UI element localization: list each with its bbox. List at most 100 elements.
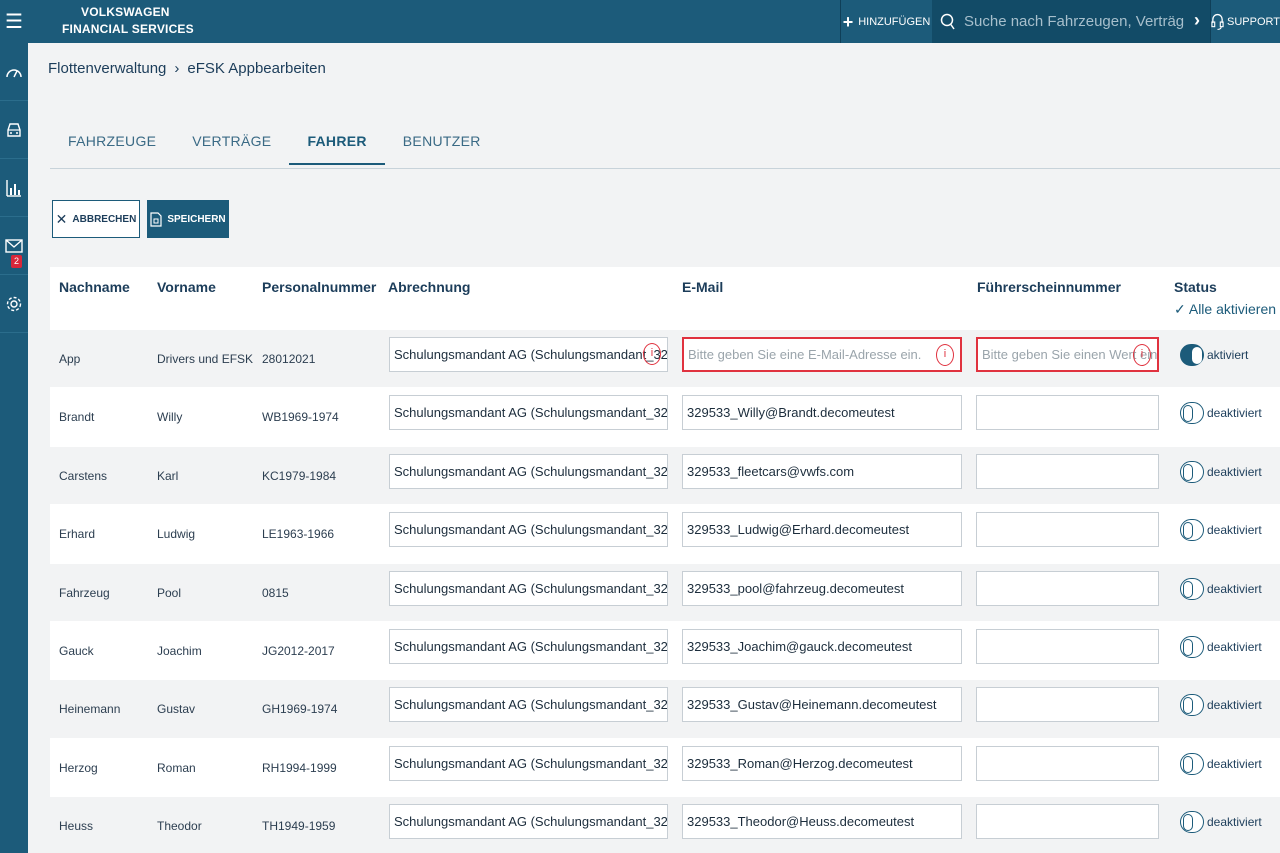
cell-personalnummer: LE1963-1966 — [262, 527, 335, 542]
breadcrumb-current: eFSK Appbearbeiten — [187, 60, 326, 77]
cell-vorname: Joachim — [157, 643, 202, 658]
sidebar-item-messages[interactable]: 2 — [0, 217, 28, 275]
abrechnung-select[interactable]: Schulungsmandant AG (Schulungsmandant_32… — [389, 395, 668, 431]
email-field[interactable]: 329533_fleetcars@vwfs.com — [682, 453, 962, 489]
abrechnung-select[interactable]: Schulungsmandant AG (Schulungsmandant_32… — [389, 512, 668, 548]
abrechnung-value: Schulungsmandant AG (Schulungsmandant_32… — [394, 522, 668, 538]
table-body: App Drivers und EFSK 28012021 Schulungsmand… — [50, 329, 1280, 853]
abrechnung-select[interactable]: Schulungsmandant AG (Schulungsmandant_32… — [389, 804, 668, 840]
status-toggle[interactable]: deaktiviert — [1180, 811, 1262, 834]
email-field[interactable]: Bitte geben Sie eine E-Mail-Adresse ein.… — [682, 337, 962, 372]
status-toggle[interactable]: deaktiviert — [1180, 752, 1262, 775]
email-value: 329533_Joachim@gauck.decomeutest — [687, 638, 912, 654]
col-header-email[interactable]: E-Mail — [682, 279, 723, 295]
status-toggle[interactable]: deaktiviert — [1180, 577, 1262, 600]
add-button[interactable]: + HINZUFÜGEN — [840, 0, 932, 43]
toggle-switch-icon — [1180, 519, 1204, 542]
status-toggle[interactable]: deaktiviert — [1180, 460, 1262, 483]
status-toggle[interactable]: deaktiviert — [1180, 635, 1262, 658]
search-submit-chevron-icon[interactable]: › — [1194, 10, 1200, 31]
check-icon: ✓ — [1174, 301, 1189, 317]
table-row: Heinemann Gustav GH1969-1974 Schulungsmanda… — [50, 679, 1280, 738]
sidebar: 2 — [0, 43, 28, 853]
hamburger-menu-icon[interactable]: ☰ — [0, 0, 28, 43]
email-field[interactable]: 329533_Gustav@Heinemann.decomeutest — [682, 687, 962, 723]
activate-all-label: Alle aktivieren — [1188, 301, 1277, 317]
cell-nachname: Herzog — [59, 760, 98, 775]
cell-personalnummer: TH1949-1959 — [262, 819, 336, 834]
fuehrerschein-field[interactable] — [976, 395, 1159, 431]
fuehrerschein-field[interactable] — [976, 687, 1159, 723]
sidebar-item-dashboard[interactable] — [0, 43, 28, 101]
email-field[interactable]: 329533_Ludwig@Erhard.decomeutest — [682, 512, 962, 548]
email-field[interactable]: 329533_Joachim@gauck.decomeutest — [682, 628, 962, 664]
email-field[interactable]: 329533_Theodor@Heuss.decomeutest — [682, 804, 962, 840]
email-field[interactable]: 329533_Roman@Herzog.decomeutest — [682, 745, 962, 781]
toggle-switch-icon — [1180, 752, 1204, 775]
tab-bar: FAHRZEUGE VERTRÄGE FAHRER BENUTZER — [50, 121, 499, 165]
abrechnung-select[interactable]: Schulungsmandant AG (Schulungsmandant_32… — [389, 337, 668, 372]
abrechnung-select[interactable]: Schulungsmandant AG (Schulungsmandant_32… — [389, 453, 668, 489]
cancel-button[interactable]: ✕ ABBRECHEN — [52, 200, 140, 238]
table-row: Carstens Karl KC1979-1984 Schulungsmandant … — [50, 445, 1280, 505]
activate-all-link[interactable]: ✓ Alle aktivieren — [1174, 301, 1276, 318]
col-header-abrechnung[interactable]: Abrechnung — [388, 279, 470, 295]
sidebar-item-vehicles[interactable] — [0, 101, 28, 159]
abrechnung-value: Schulungsmandant AG (Schulungsmandant_32… — [394, 814, 668, 830]
cell-personalnummer: 0815 — [262, 585, 289, 600]
status-toggle[interactable]: deaktiviert — [1180, 694, 1262, 717]
abrechnung-select[interactable]: Schulungsmandant AG (Schulungsmandant_32… — [389, 745, 668, 781]
fuehrerschein-field[interactable] — [976, 745, 1159, 781]
fuehrerschein-field[interactable] — [976, 804, 1159, 840]
search-icon — [940, 13, 955, 29]
cell-nachname: Heuss — [59, 819, 94, 834]
abrechnung-value: Schulungsmandant AG (Schulungsmandant_32… — [394, 463, 668, 479]
sidebar-item-reports[interactable] — [0, 159, 28, 217]
table-header: Nachname Vorname Personalnummer Abrechnu… — [50, 267, 1280, 329]
plus-icon: + — [842, 11, 854, 32]
status-toggle[interactable]: deaktiviert — [1180, 519, 1262, 542]
fuehrerschein-field[interactable] — [976, 628, 1159, 664]
breadcrumb-parent[interactable]: Flottenverwaltung — [48, 60, 166, 77]
search-input[interactable] — [964, 13, 1184, 30]
tab-fahrzeuge[interactable]: FAHRZEUGE — [50, 121, 174, 165]
toggle-switch-icon — [1180, 577, 1204, 600]
email-value: 329533_Roman@Herzog.decomeutest — [687, 755, 913, 771]
abrechnung-select[interactable]: Schulungsmandant AG (Schulungsmandant_32… — [389, 687, 668, 723]
tab-fahrer[interactable]: FAHRER — [289, 121, 385, 165]
email-field[interactable]: 329533_pool@fahrzeug.decomeutest — [682, 570, 962, 606]
cell-personalnummer: 28012021 — [262, 352, 316, 366]
brand-logo[interactable]: VOLKSWAGEN FINANCIAL SERVICES — [62, 4, 194, 38]
fuehrerschein-field[interactable]: Bitte geben Sie einen Wert ein. i — [976, 337, 1159, 372]
status-toggle[interactable]: aktiviert — [1180, 344, 1248, 366]
toggle-switch-icon — [1180, 460, 1204, 483]
col-header-personalnummer[interactable]: Personalnummer — [262, 279, 376, 295]
tab-vertraege[interactable]: VERTRÄGE — [174, 121, 289, 165]
save-button[interactable]: SPEICHERN — [147, 200, 229, 238]
email-value: 329533_Willy@Brandt.decomeutest — [687, 405, 895, 421]
tab-benutzer[interactable]: BENUTZER — [385, 121, 499, 165]
col-header-fuehrerschein[interactable]: Führerscheinnummer — [977, 279, 1121, 295]
cell-personalnummer: KC1979-1984 — [262, 468, 337, 483]
status-label: deaktiviert — [1207, 698, 1262, 713]
cell-vorname: Theodor — [157, 819, 202, 834]
fuehrerschein-field[interactable] — [976, 453, 1159, 489]
fuehrerschein-field[interactable] — [976, 570, 1159, 606]
cell-nachname: App — [59, 352, 81, 366]
cell-personalnummer: JG2012-2017 — [262, 643, 335, 658]
status-label: deaktiviert — [1207, 815, 1262, 830]
abrechnung-value: Schulungsmandant AG (Schulungsmandant_32… — [394, 638, 668, 654]
col-header-vorname[interactable]: Vorname — [157, 279, 216, 295]
toggle-switch-icon — [1180, 344, 1204, 366]
add-button-label: HINZUFÜGEN — [858, 15, 931, 28]
fuehrerschein-field[interactable] — [976, 512, 1159, 548]
abrechnung-select[interactable]: Schulungsmandant AG (Schulungsmandant_32… — [389, 628, 668, 664]
cancel-button-label: ABBRECHEN — [72, 213, 137, 225]
col-header-nachname[interactable]: Nachname — [59, 279, 130, 295]
email-field[interactable]: 329533_Willy@Brandt.decomeutest — [682, 395, 962, 431]
abrechnung-select[interactable]: Schulungsmandant AG (Schulungsmandant_32… — [389, 570, 668, 606]
support-button[interactable]: SUPPORT — [1210, 0, 1280, 43]
table-row: Heuss Theodor TH1949-1959 Schulungsmandant … — [50, 796, 1280, 853]
status-toggle[interactable]: deaktiviert — [1180, 402, 1262, 425]
sidebar-item-settings[interactable] — [0, 275, 28, 333]
